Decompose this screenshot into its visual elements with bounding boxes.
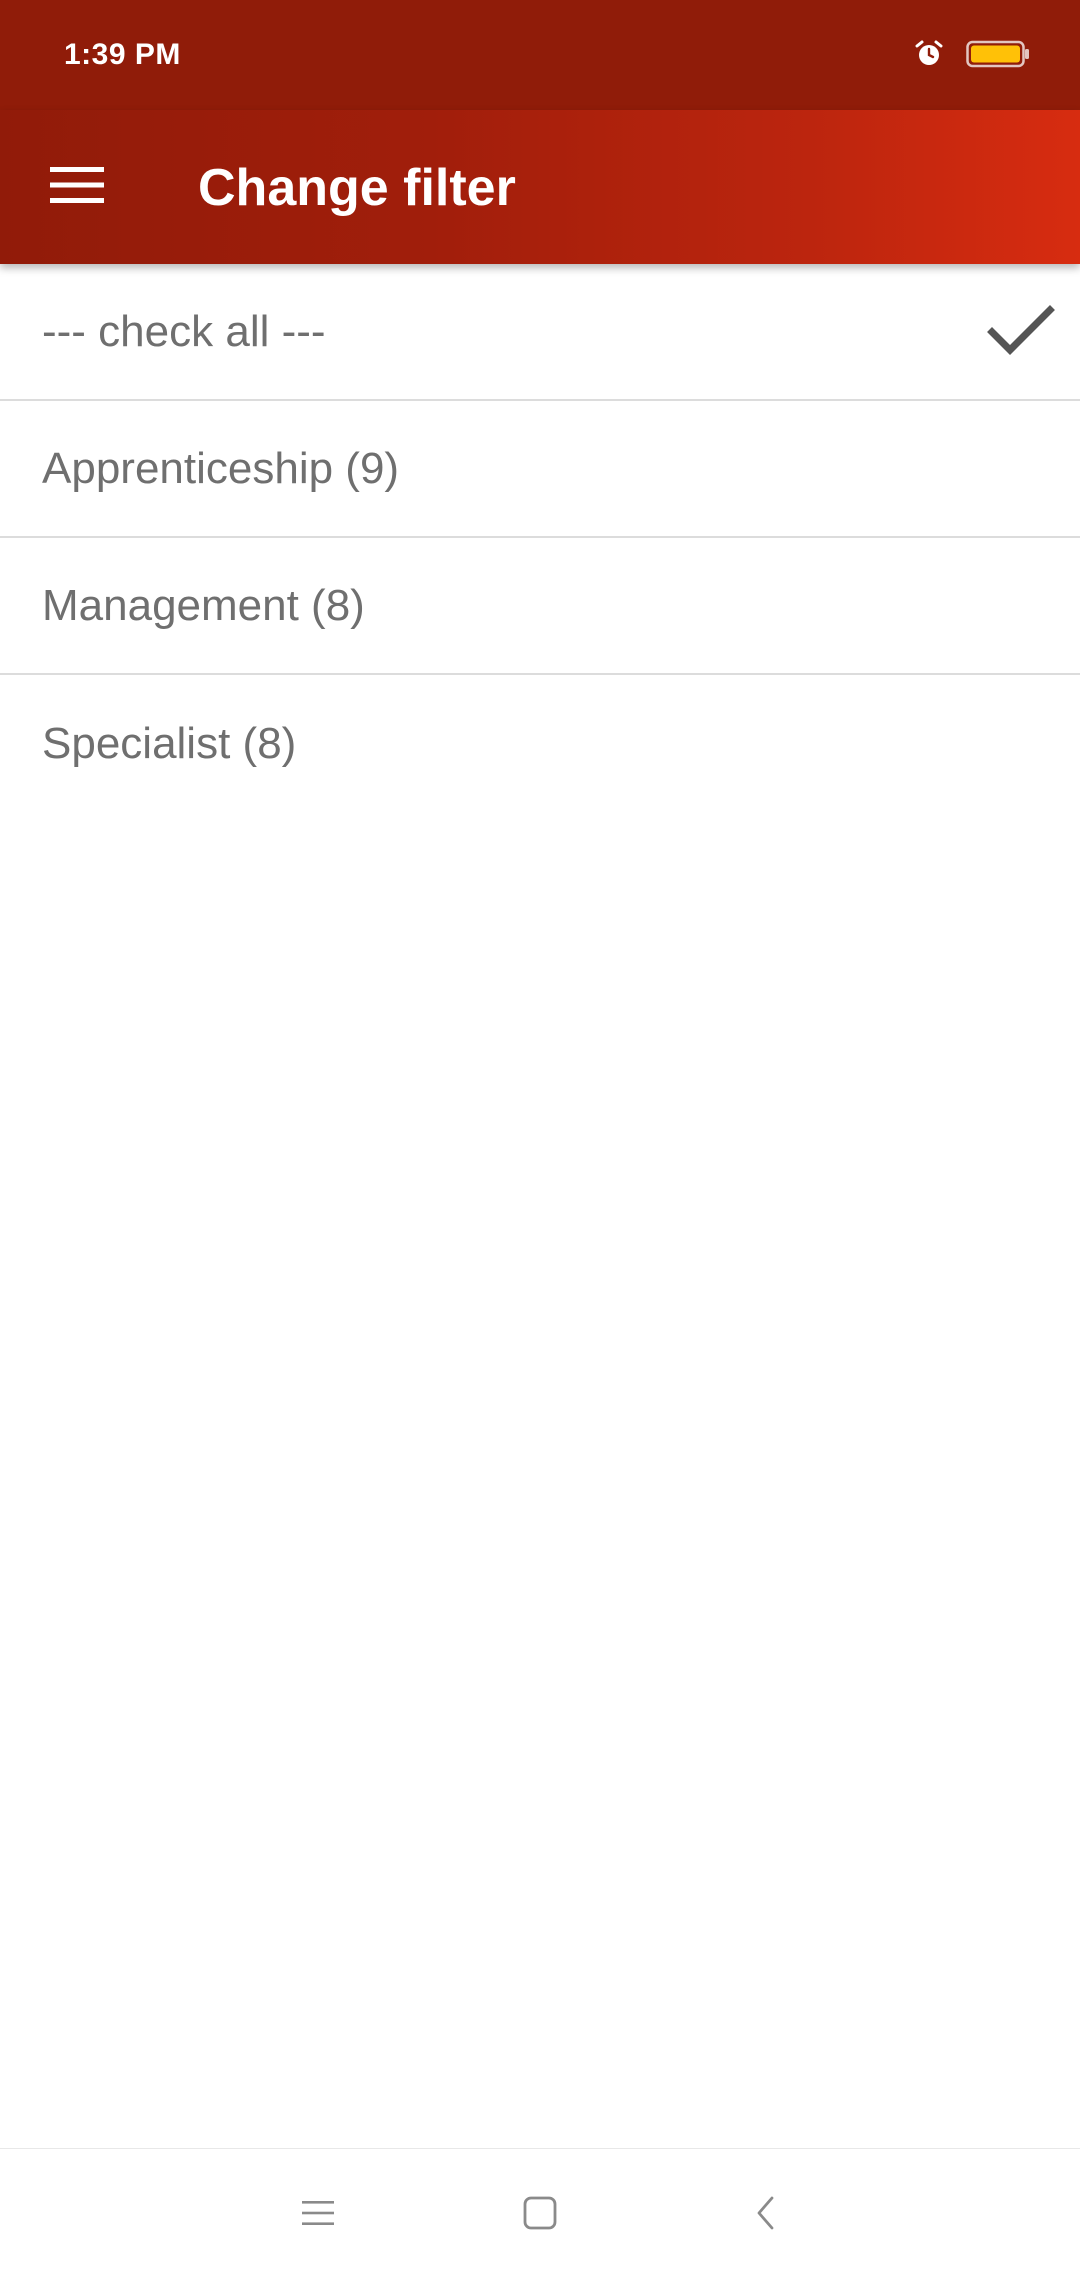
alarm-icon [914, 39, 944, 74]
recent-apps-button[interactable] [278, 2179, 358, 2251]
battery-icon [966, 39, 1030, 74]
recent-apps-icon [300, 2198, 336, 2233]
screen: 1:39 PM Change filter --- check all --- … [0, 0, 1080, 2280]
status-icons [914, 38, 1030, 74]
navigation-bar [0, 2148, 1080, 2280]
page-title: Change filter [198, 159, 516, 217]
status-time: 1:39 PM [64, 38, 181, 71]
status-bar: 1:39 PM [0, 0, 1080, 110]
filter-item-check-all[interactable]: --- check all --- [0, 264, 1080, 401]
filter-label: --- check all --- [42, 306, 326, 356]
filter-label: Apprenticeship (9) [42, 443, 400, 493]
filter-item-apprenticeship[interactable]: Apprenticeship (9) [0, 401, 1080, 538]
menu-button[interactable] [32, 147, 122, 227]
back-button[interactable] [726, 2179, 806, 2251]
home-button[interactable] [500, 2179, 580, 2251]
app-bar: Change filter [0, 110, 1080, 264]
filter-list: --- check all --- Apprenticeship (9) Man… [0, 264, 1080, 812]
hamburger-menu-icon [50, 165, 104, 210]
filter-label: Management (8) [42, 580, 365, 630]
home-icon [522, 2195, 558, 2236]
filter-item-management[interactable]: Management (8) [0, 538, 1080, 675]
filter-label: Specialist (8) [42, 718, 297, 768]
checkmark-icon [986, 300, 1056, 360]
filter-item-specialist[interactable]: Specialist (8) [0, 675, 1080, 812]
back-icon [751, 2195, 781, 2236]
